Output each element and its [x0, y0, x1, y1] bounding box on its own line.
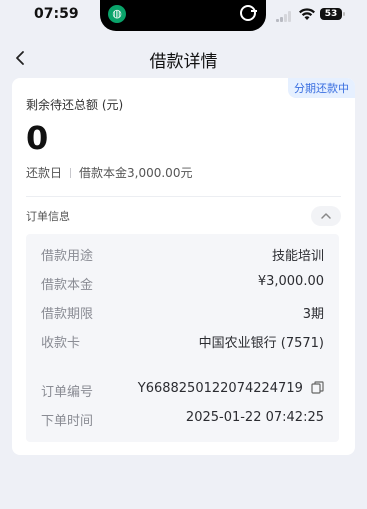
detail-row-term: 借款期限 3期	[41, 303, 324, 323]
loan-detail-card: 分期还款中 剩余待还总额 (元) 0 还款日 借款本金3,000.00元 订单信…	[12, 78, 355, 455]
row-label: 借款本金	[41, 278, 94, 293]
remain-amount: 0	[26, 119, 49, 157]
collapse-button[interactable]	[311, 206, 341, 226]
repayment-info: 还款日 借款本金3,000.00元	[26, 164, 192, 181]
wifi-icon	[299, 8, 315, 20]
chevron-up-icon	[321, 213, 331, 219]
row-value: 中国农业银行 (7571)	[198, 336, 324, 351]
nav-bar: 借款详情	[0, 42, 367, 76]
row-value: 3期	[302, 307, 324, 322]
detail-row-purpose: 借款用途 技能培训	[41, 245, 324, 265]
order-number[interactable]: Y6688250122074224719	[138, 381, 303, 396]
order-details: 借款用途 技能培训 借款本金 ¥3,000.00 借款期限 3期 收款卡 中国农…	[26, 234, 339, 442]
dynamic-island: ◍	[100, 0, 266, 31]
detail-row-card: 收款卡 中国农业银行 (7571)	[41, 332, 324, 352]
due-date-label: 还款日	[26, 166, 63, 180]
principal-text: 借款本金3,000.00元	[79, 166, 193, 180]
row-value: ¥3,000.00	[257, 274, 324, 289]
page-title: 借款详情	[149, 52, 218, 72]
row-label: 收款卡	[41, 336, 81, 351]
separator	[26, 196, 341, 197]
status-badge: 分期还款中	[288, 78, 355, 98]
battery-icon: 53	[320, 8, 345, 20]
divider	[70, 167, 72, 178]
detail-row-order-time: 下单时间 2025-01-22 07:42:25	[41, 410, 324, 430]
remain-label: 剩余待还总额 (元)	[26, 98, 124, 112]
row-value: 技能培训	[271, 249, 324, 264]
timer-icon	[240, 5, 257, 21]
copy-icon[interactable]	[311, 381, 324, 394]
row-value: Y6688250122074224719	[138, 381, 324, 396]
order-section-title: 订单信息	[26, 210, 70, 223]
row-label: 下单时间	[41, 414, 94, 429]
detail-row-order-no: 订单编号 Y6688250122074224719	[41, 381, 324, 401]
status-time: 07:59	[34, 6, 79, 22]
app-activity-icon: ◍	[108, 5, 126, 23]
status-bar: 07:59 ◍ 53	[0, 0, 367, 32]
row-label: 借款期限	[41, 307, 94, 322]
signal-icon	[276, 11, 294, 22]
row-value: 2025-01-22 07:42:25	[185, 410, 324, 425]
row-label: 订单编号	[41, 385, 94, 400]
row-label: 借款用途	[41, 249, 94, 264]
detail-row-principal: 借款本金 ¥3,000.00	[41, 274, 324, 294]
